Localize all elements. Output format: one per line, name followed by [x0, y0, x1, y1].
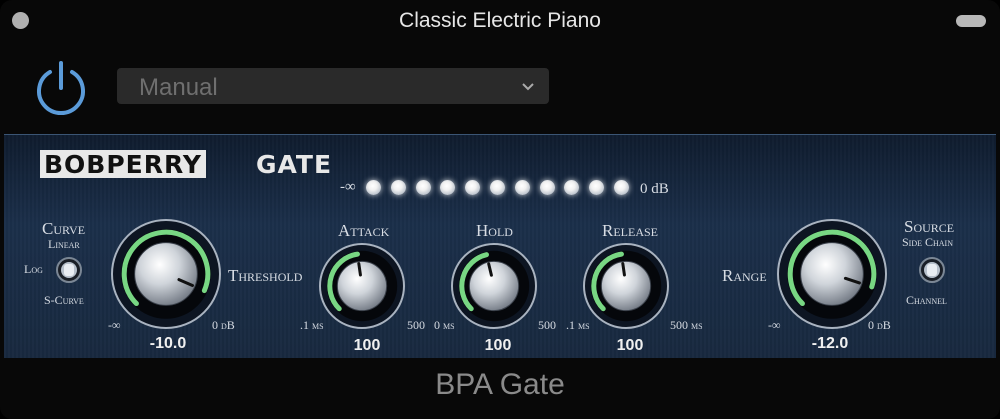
attack-max-label: 500: [407, 318, 425, 332]
meter-led: [539, 180, 555, 195]
preset-dropdown[interactable]: Manual: [117, 68, 549, 104]
power-icon[interactable]: [30, 58, 92, 120]
hold-min-label: 0 ms: [434, 318, 455, 332]
plugin-window: Classic Electric Piano Manual BOBPERRY G…: [0, 0, 1000, 419]
threshold-label: Threshold: [228, 266, 303, 285]
plugin-name: GATE: [256, 150, 333, 179]
meter-led: [490, 180, 505, 195]
release-label: Release: [602, 221, 658, 240]
source-option-channel: Channel: [906, 293, 947, 307]
meter-led: [465, 180, 481, 195]
source-option-side-chain: Side Chain: [902, 235, 954, 249]
hold-max-label: 500: [538, 318, 556, 332]
curve-option-linear: Linear: [48, 237, 80, 251]
window-title: Classic Electric Piano: [399, 9, 601, 32]
meter-max-label: 0 dB: [640, 181, 669, 197]
threshold-knob[interactable]: [110, 218, 222, 335]
attack-label: Attack: [338, 221, 390, 240]
knob-pointer: [357, 262, 362, 277]
chevron-down-icon: [522, 83, 534, 91]
level-meter: [366, 178, 636, 198]
meter-led: [366, 180, 381, 195]
hold-value: 100: [484, 337, 512, 354]
release-knob[interactable]: [582, 242, 670, 335]
title-bar: Classic Electric Piano: [0, 0, 1000, 42]
threshold-value: -10.0: [149, 335, 187, 352]
release-max-label: 500 ms: [670, 318, 703, 332]
meter-led: [514, 180, 530, 195]
preset-value: Manual: [139, 74, 218, 101]
meter-led: [390, 180, 406, 195]
brand-logo: BOBPERRY: [40, 150, 206, 179]
meter-led: [564, 180, 580, 195]
source-label: Source: [904, 217, 955, 236]
range-value: -12.0: [811, 335, 849, 352]
view-toggle-button[interactable]: [956, 15, 986, 27]
threshold-min-label: -∞: [108, 318, 121, 332]
range-label: Range: [722, 266, 767, 285]
curve-option-s-curve: S-Curve: [44, 293, 84, 307]
hold-label: Hold: [476, 221, 513, 240]
knob-pointer: [621, 262, 626, 277]
release-value: 100: [616, 337, 644, 354]
range-min-label: -∞: [768, 318, 781, 332]
meter-led: [415, 180, 431, 195]
attack-knob[interactable]: [318, 242, 406, 335]
curve-option-log: Log: [24, 262, 43, 276]
curve-switch[interactable]: [54, 255, 84, 285]
curve-label: Curve: [42, 219, 86, 238]
hold-knob[interactable]: [450, 242, 538, 335]
meter-led: [614, 180, 629, 195]
attack-value: 100: [353, 337, 381, 354]
footer-plugin-name: BPA Gate: [435, 368, 565, 401]
source-switch[interactable]: [917, 255, 947, 285]
meter-min-label: -∞: [340, 179, 356, 195]
meter-led: [589, 180, 605, 195]
threshold-max-label: 0 dB: [212, 318, 235, 332]
meter-led: [440, 180, 456, 195]
release-min-label: .1 ms: [566, 318, 590, 332]
range-max-label: 0 dB: [868, 318, 891, 332]
attack-min-label: .1 ms: [300, 318, 324, 332]
